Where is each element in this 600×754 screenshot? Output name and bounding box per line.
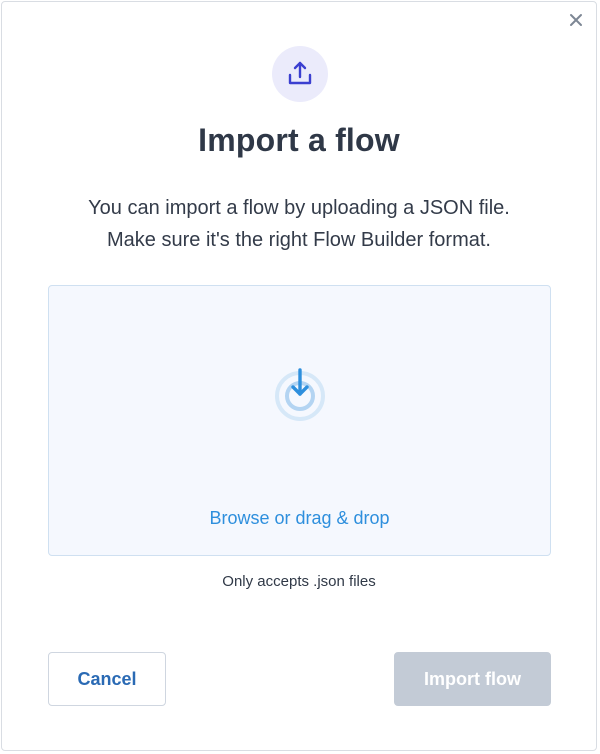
close-button[interactable]	[566, 10, 586, 30]
cancel-button[interactable]: Cancel	[48, 652, 166, 706]
download-target-icon	[275, 368, 325, 421]
dialog-title: Import a flow	[198, 122, 400, 158]
dialog-description: You can import a flow by uploading a JSO…	[2, 192, 596, 256]
description-line-1: You can import a flow by uploading a JSO…	[88, 197, 510, 219]
close-icon	[570, 14, 582, 26]
file-dropzone[interactable]: Browse or drag & drop	[48, 285, 551, 556]
file-type-hint: Only accepts .json files	[222, 573, 376, 590]
browse-link[interactable]: Browse or drag & drop	[49, 508, 550, 529]
header-icon-circle	[272, 46, 328, 102]
import-flow-dialog: Import a flow You can import a flow by u…	[1, 1, 597, 751]
description-line-2: Make sure it's the right Flow Builder fo…	[107, 229, 491, 251]
upload-icon	[288, 61, 312, 85]
import-flow-button[interactable]: Import flow	[394, 652, 551, 706]
